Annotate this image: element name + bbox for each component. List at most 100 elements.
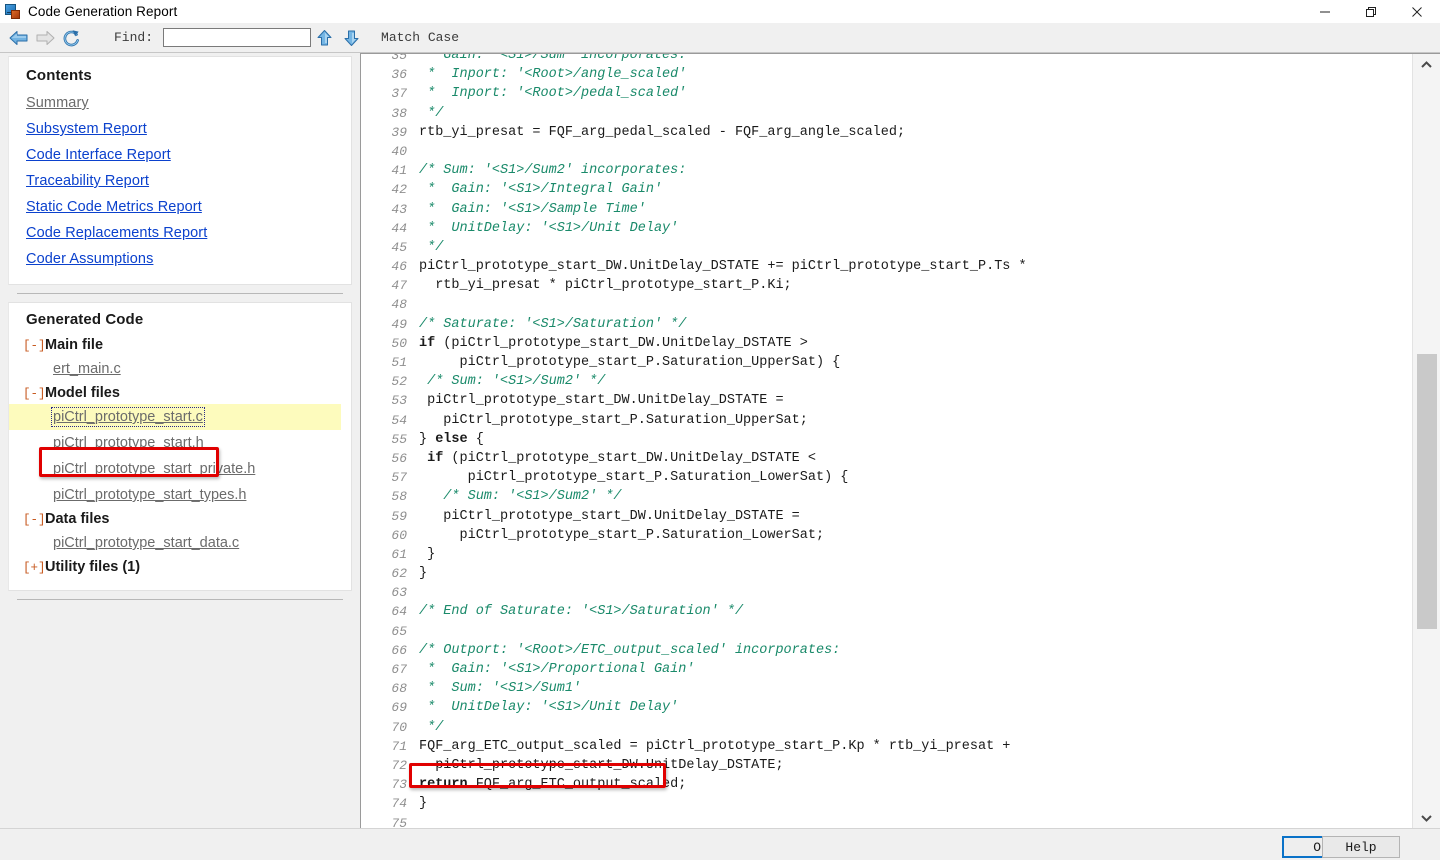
refresh-icon[interactable] <box>58 25 84 51</box>
code-text: piCtrl_prototype_start_DW.UnitDelay_DSTA… <box>419 393 784 409</box>
scrollbar-thumb[interactable] <box>1417 354 1437 629</box>
code-text: } <box>419 796 428 812</box>
code-comment: * Sum: '<S1>/Sum1' <box>419 681 582 697</box>
tree-group-data-files[interactable]: [-] Data files <box>9 508 351 530</box>
line-number: 51 <box>391 355 407 370</box>
panel-divider-2 <box>17 599 343 600</box>
contents-link-code-replacements-report[interactable]: Code Replacements Report <box>9 220 351 246</box>
code-line: 39 rtb_yi_presat = FQF_arg_pedal_scaled -… <box>361 123 1412 142</box>
code-text: piCtrl_prototype_start_DW.UnitDelay_DSTA… <box>419 757 784 773</box>
help-button[interactable]: Help <box>1322 836 1400 858</box>
collapse-toggle-icon[interactable]: [-] <box>23 387 46 401</box>
code-text: (piCtrl_prototype_start_DW.UnitDelay_DST… <box>443 450 816 466</box>
line-content: } <box>419 794 427 813</box>
file-row[interactable]: ert_main.c <box>9 356 351 382</box>
code-comment: */ <box>419 719 444 735</box>
file-link[interactable]: piCtrl_prototype_start.c <box>51 407 205 427</box>
file-row[interactable]: piCtrl_prototype_start_types.h <box>9 482 351 508</box>
arrow-up-icon[interactable] <box>311 25 338 51</box>
line-number: 40 <box>391 143 407 159</box>
code-line: 54 piCtrl_prototype_start_P.Saturation_U… <box>361 411 1412 430</box>
line-content: * Gain: '<S1>/Integral Gain' <box>419 180 662 199</box>
contents-link-code-interface-report[interactable]: Code Interface Report <box>9 142 351 168</box>
contents-link-coder-assumptions[interactable]: Coder Assumptions <box>9 246 351 272</box>
tree-group-main-file[interactable]: [-] Main file <box>9 334 351 356</box>
code-line: 57 piCtrl_prototype_start_P.Saturation_L… <box>361 468 1412 487</box>
code-keyword: if <box>419 335 436 351</box>
code-line: 60 piCtrl_prototype_start_P.Saturation_L… <box>361 526 1412 545</box>
line-content: piCtrl_prototype_start_DW.UnitDelay_DSTA… <box>419 391 784 410</box>
file-row[interactable]: piCtrl_prototype_start_data.c <box>9 530 351 556</box>
line-number: 63 <box>391 585 407 601</box>
back-arrow-icon[interactable] <box>6 25 32 51</box>
code-line: 49 /* Saturate: '<S1>/Saturation' */ <box>361 315 1412 334</box>
code-comment: * Gain: '<S1>/Proportional Gain' <box>419 662 695 677</box>
code-line: 65 <box>361 622 1412 641</box>
scroll-down-icon[interactable] <box>1413 809 1440 827</box>
line-content: * Inport: '<Root>/pedal_scaled' <box>419 84 686 103</box>
tree-group-label: Data files <box>45 511 110 527</box>
code-comment: * Inport: '<Root>/pedal_scaled' <box>419 86 687 102</box>
contents-link-traceability-report[interactable]: Traceability Report <box>9 168 351 194</box>
restore-icon[interactable] <box>1348 0 1394 23</box>
line-number: 45 <box>391 239 407 255</box>
line-number: 39 <box>391 124 407 140</box>
code-line: 41 /* Sum: '<S1>/Sum2' incorporates: <box>361 161 1412 180</box>
code-line: 67 * Gain: '<S1>/Proportional Gain' <box>361 660 1412 679</box>
arrow-down-icon[interactable] <box>338 25 365 51</box>
contents-link-subsystem-report[interactable]: Subsystem Report <box>9 116 351 142</box>
code-text: FQF_arg_ETC_output_scaled = piCtrl_proto… <box>419 738 1011 754</box>
file-row[interactable]: piCtrl_prototype_start_private.h <box>9 456 351 482</box>
file-row[interactable]: piCtrl_prototype_start.c <box>9 404 341 430</box>
contents-link-summary[interactable]: Summary <box>9 90 351 116</box>
generated-code-tree: [-] Main file ert_main.c [-] Model files piCt… <box>9 334 351 578</box>
line-content: rtb_yi_presat = FQF_arg_pedal_scaled - F… <box>419 123 905 142</box>
line-content: if (piCtrl_prototype_start_DW.UnitDelay_… <box>419 334 808 353</box>
code-scrollbar[interactable] <box>1412 54 1440 829</box>
minimize-icon[interactable] <box>1302 0 1348 23</box>
file-link[interactable]: piCtrl_prototype_start_types.h <box>53 487 246 503</box>
code-line: 44 * UnitDelay: '<S1>/Unit Delay' <box>361 219 1412 238</box>
line-number: 58 <box>391 489 407 505</box>
code-text: FQF_arg_ETC_output_scaled; <box>467 777 687 793</box>
line-content: if (piCtrl_prototype_start_DW.UnitDelay_… <box>419 449 816 468</box>
line-number: 48 <box>391 297 407 313</box>
scroll-up-icon[interactable] <box>1413 56 1440 74</box>
tree-group-model-files[interactable]: [-] Model files <box>9 382 351 404</box>
main-body: Contents Summary Subsystem Report Code Int… <box>0 53 1440 829</box>
file-link[interactable]: piCtrl_prototype_start.h <box>53 435 204 451</box>
line-content: piCtrl_prototype_start_P.Saturation_Lowe… <box>419 468 849 487</box>
collapse-toggle-icon[interactable]: [-] <box>23 339 46 353</box>
file-row[interactable]: piCtrl_prototype_start.h <box>9 430 351 456</box>
contents-link-static-code-metrics-report[interactable]: Static Code Metrics Report <box>9 194 351 220</box>
expand-toggle-icon[interactable]: [+] <box>23 561 46 575</box>
code-comment: */ <box>419 239 444 255</box>
line-content: piCtrl_prototype_start_DW.UnitDelay_DSTA… <box>419 257 1027 276</box>
code-comment: * Inport: '<Root>/angle_scaled' <box>419 67 687 83</box>
line-number: 60 <box>391 527 407 543</box>
file-link[interactable]: ert_main.c <box>53 361 121 377</box>
file-link[interactable]: piCtrl_prototype_start_private.h <box>53 461 255 477</box>
close-icon[interactable] <box>1394 0 1440 23</box>
search-input[interactable] <box>163 28 312 47</box>
line-number: 71 <box>391 738 407 754</box>
code-line: 70 */ <box>361 718 1412 737</box>
line-content: */ <box>419 718 443 737</box>
file-link[interactable]: piCtrl_prototype_start_data.c <box>53 535 239 551</box>
code-line: 43 * Gain: '<S1>/Sample Time' <box>361 200 1412 219</box>
code-line: 47 rtb_yi_presat * piCtrl_prototype_star… <box>361 276 1412 295</box>
match-case-label[interactable]: Match Case <box>381 30 459 45</box>
tree-group-utility-files-1[interactable]: [+] Utility files (1) <box>9 556 351 578</box>
line-number: 54 <box>391 412 407 428</box>
code-line: 68 * Sum: '<S1>/Sum1' <box>361 679 1412 698</box>
line-number: 55 <box>391 431 407 447</box>
code-line: 72 piCtrl_prototype_start_DW.UnitDelay_D… <box>361 756 1412 775</box>
line-number: 57 <box>391 470 407 486</box>
collapse-toggle-icon[interactable]: [-] <box>23 513 46 527</box>
code-comment: * UnitDelay: '<S1>/Unit Delay' <box>419 220 679 236</box>
code-line: 50 if (piCtrl_prototype_start_DW.UnitDela… <box>361 334 1412 353</box>
line-number: 72 <box>391 757 407 773</box>
line-number: 66 <box>391 642 407 658</box>
code-line: 58 /* Sum: '<S1>/Sum2' */ <box>361 487 1412 506</box>
